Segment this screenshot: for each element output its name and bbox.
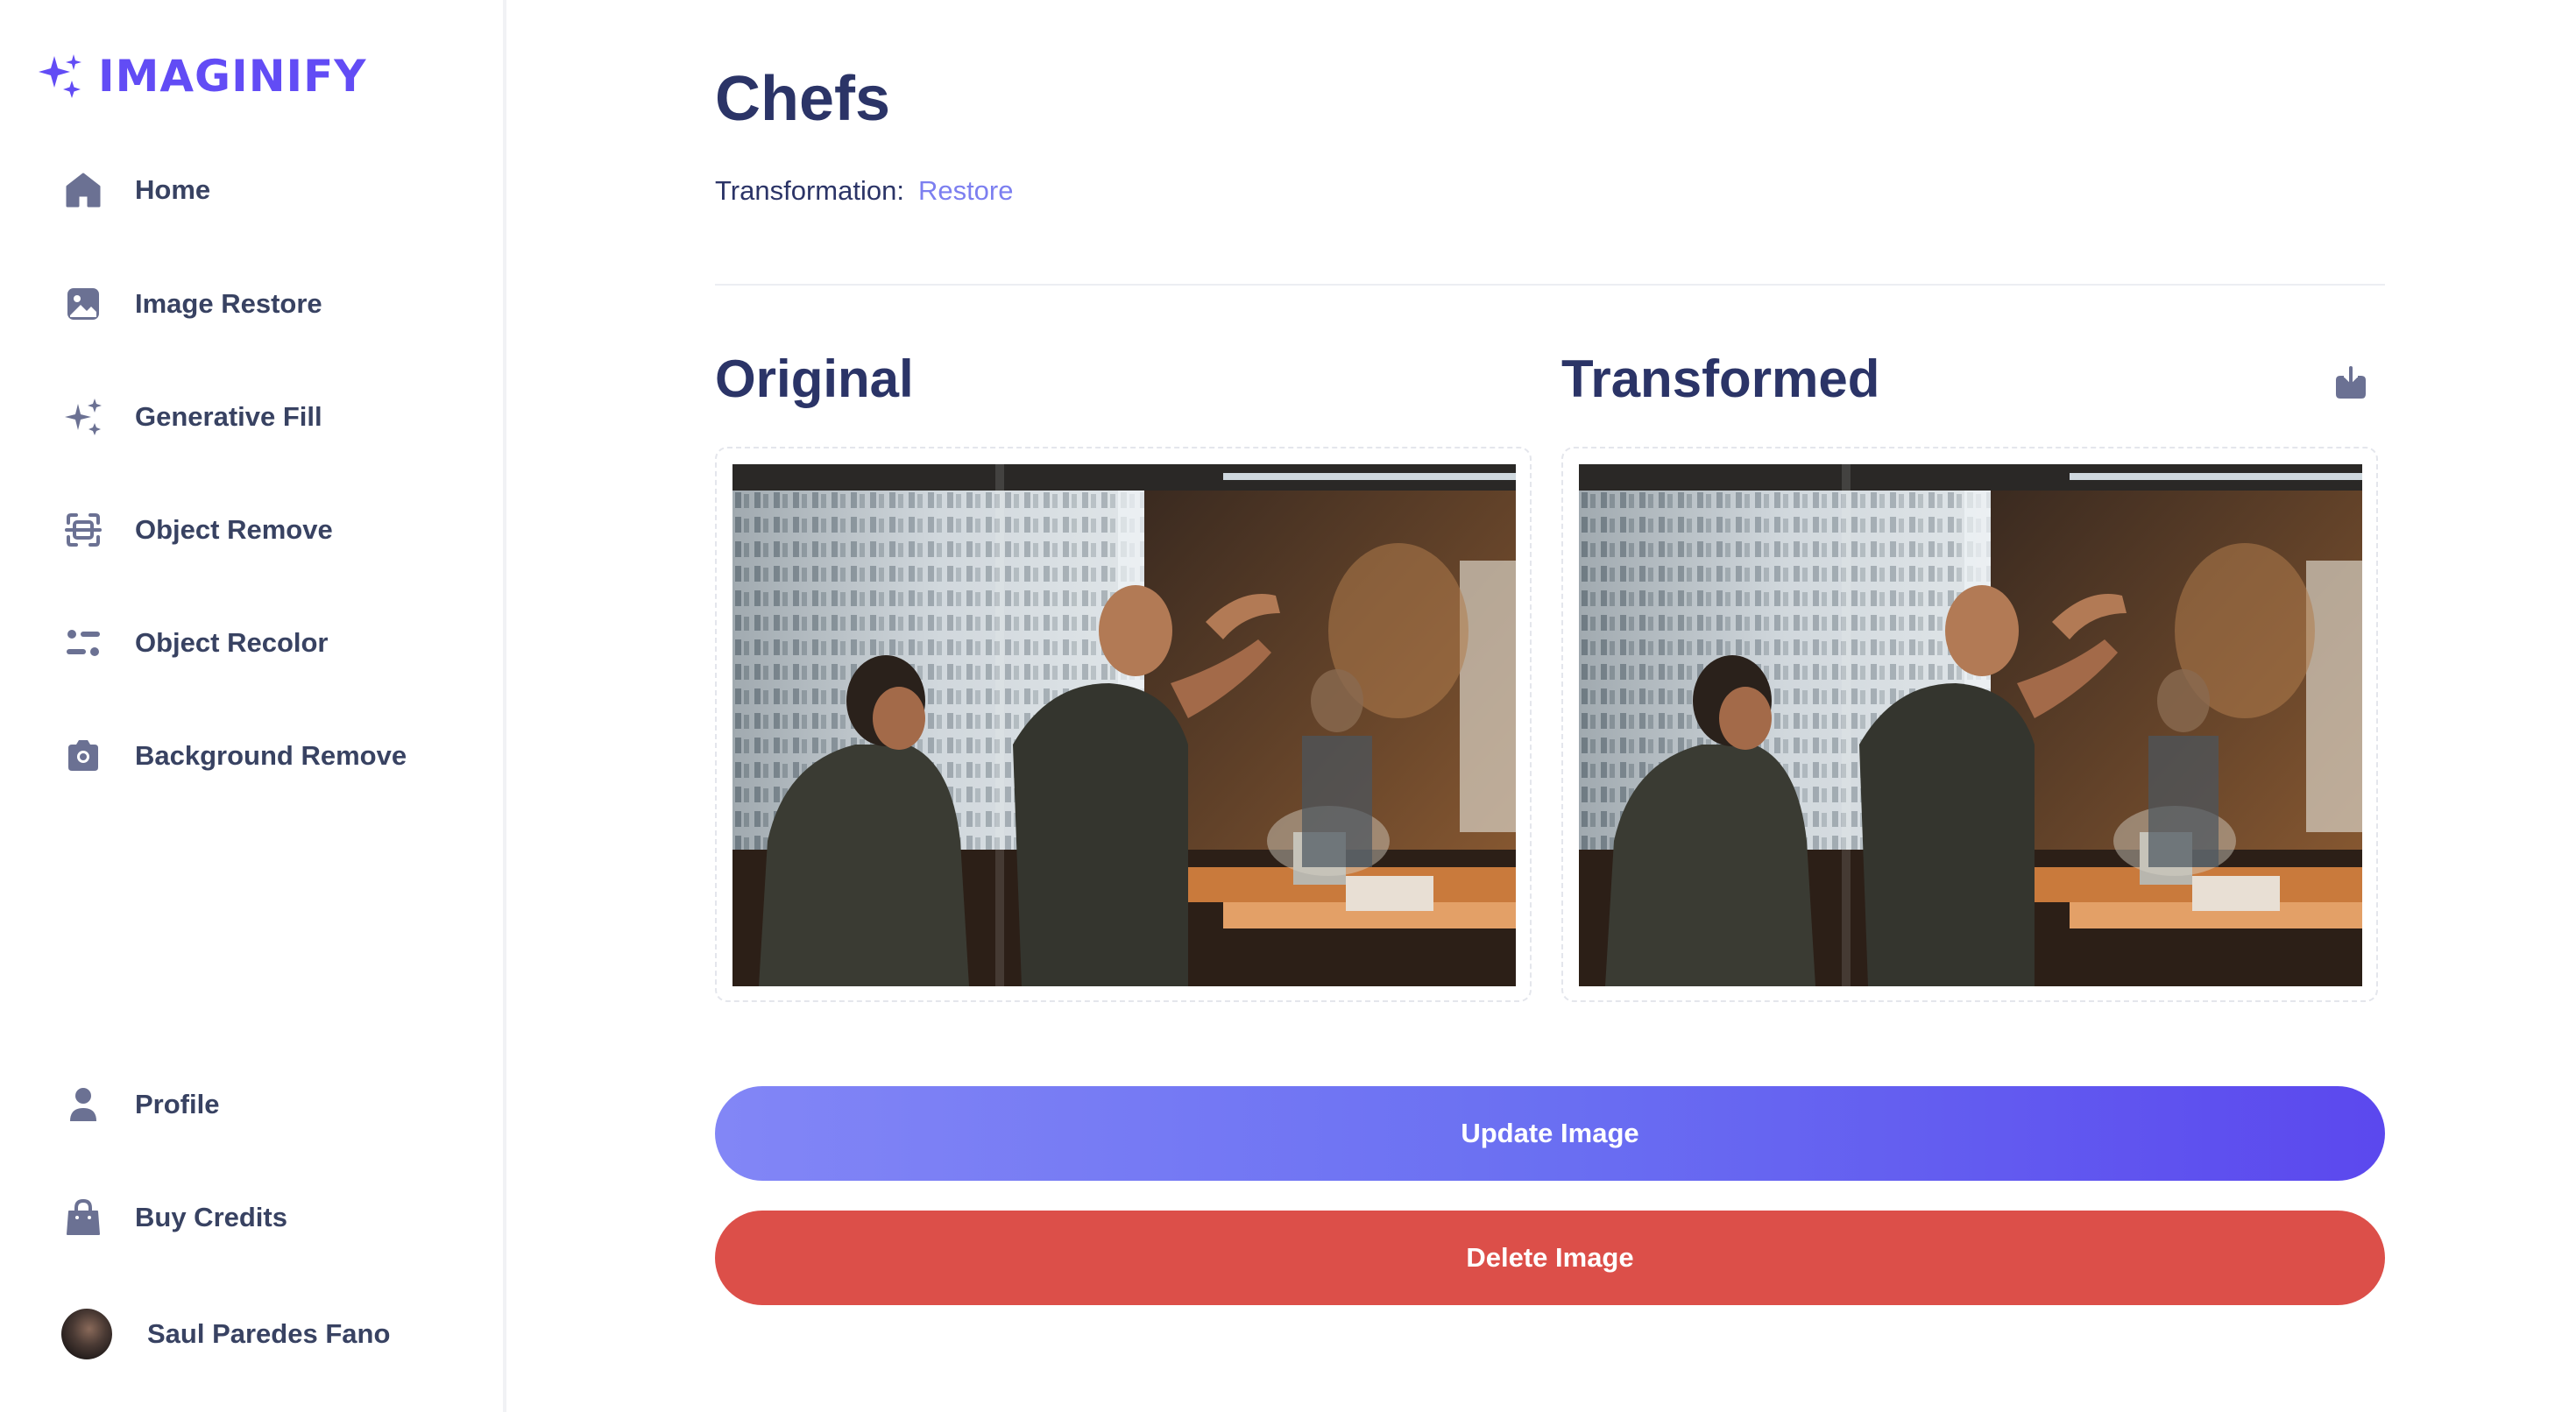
scan-icon — [61, 508, 105, 552]
transformation-info: Transformation: Restore — [715, 175, 1013, 207]
sidebar-item-label: Generative Fill — [135, 401, 322, 432]
user-profile-button[interactable]: Saul Paredes Fano — [61, 1303, 390, 1365]
brand-name: IMAGINIFY — [98, 51, 367, 102]
sidebar-item-label: Home — [135, 174, 211, 205]
sidebar-item-label: Image Restore — [135, 288, 322, 319]
profile-icon — [61, 1083, 105, 1126]
chefs-photo-transformed — [1579, 464, 2362, 986]
logo[interactable]: IMAGINIFY — [35, 51, 367, 102]
sidebar-item-object-remove[interactable]: Object Remove — [61, 499, 333, 561]
sparkle-logo-icon — [39, 54, 81, 98]
transformed-image — [1579, 464, 2362, 986]
download-icon — [2336, 366, 2366, 399]
main-content: Chefs Transformation: Restore Original T… — [508, 0, 2576, 1412]
transformation-value: Restore — [917, 175, 1014, 206]
original-title: Original — [715, 349, 914, 408]
delete-image-button[interactable]: Delete Image — [715, 1211, 2385, 1305]
sidebar-item-object-recolor[interactable]: Object Recolor — [61, 612, 329, 674]
sidebar-item-buy-credits[interactable]: Buy Credits — [61, 1187, 287, 1248]
avatar[interactable] — [61, 1309, 112, 1359]
bag-icon — [61, 1196, 105, 1239]
app-root: IMAGINIFY Home Image Restore Generative … — [0, 0, 2576, 1412]
stars-icon — [61, 395, 105, 439]
original-image — [732, 464, 1516, 986]
sidebar-item-label: Background Remove — [135, 740, 407, 771]
sidebar-item-label: Object Recolor — [135, 627, 329, 658]
user-name: Saul Paredes Fano — [147, 1318, 391, 1349]
sidebar-item-label: Object Remove — [135, 514, 333, 545]
transformed-title: Transformed — [1561, 349, 1880, 408]
sidebar-item-profile[interactable]: Profile — [61, 1074, 219, 1135]
sidebar-item-image-restore[interactable]: Image Restore — [61, 273, 322, 335]
sidebar-item-home[interactable]: Home — [61, 159, 210, 221]
sidebar-item-generative-fill[interactable]: Generative Fill — [61, 386, 322, 448]
filter-icon — [61, 621, 105, 665]
camera-icon — [61, 734, 105, 778]
page-title: Chefs — [715, 64, 891, 134]
sidebar-item-label: Buy Credits — [135, 1202, 287, 1232]
chefs-photo — [732, 464, 1516, 986]
divider — [715, 284, 2385, 286]
transformation-label: Transformation: — [715, 175, 904, 206]
update-image-button[interactable]: Update Image — [715, 1086, 2385, 1181]
sidebar: IMAGINIFY Home Image Restore Generative … — [0, 0, 506, 1412]
sidebar-item-background-remove[interactable]: Background Remove — [61, 725, 407, 787]
transformed-image-frame — [1561, 447, 2378, 1002]
image-icon — [61, 282, 105, 326]
original-image-frame — [715, 447, 1532, 1002]
sidebar-item-label: Profile — [135, 1089, 220, 1119]
home-icon — [61, 168, 105, 212]
download-button[interactable] — [2329, 361, 2373, 405]
